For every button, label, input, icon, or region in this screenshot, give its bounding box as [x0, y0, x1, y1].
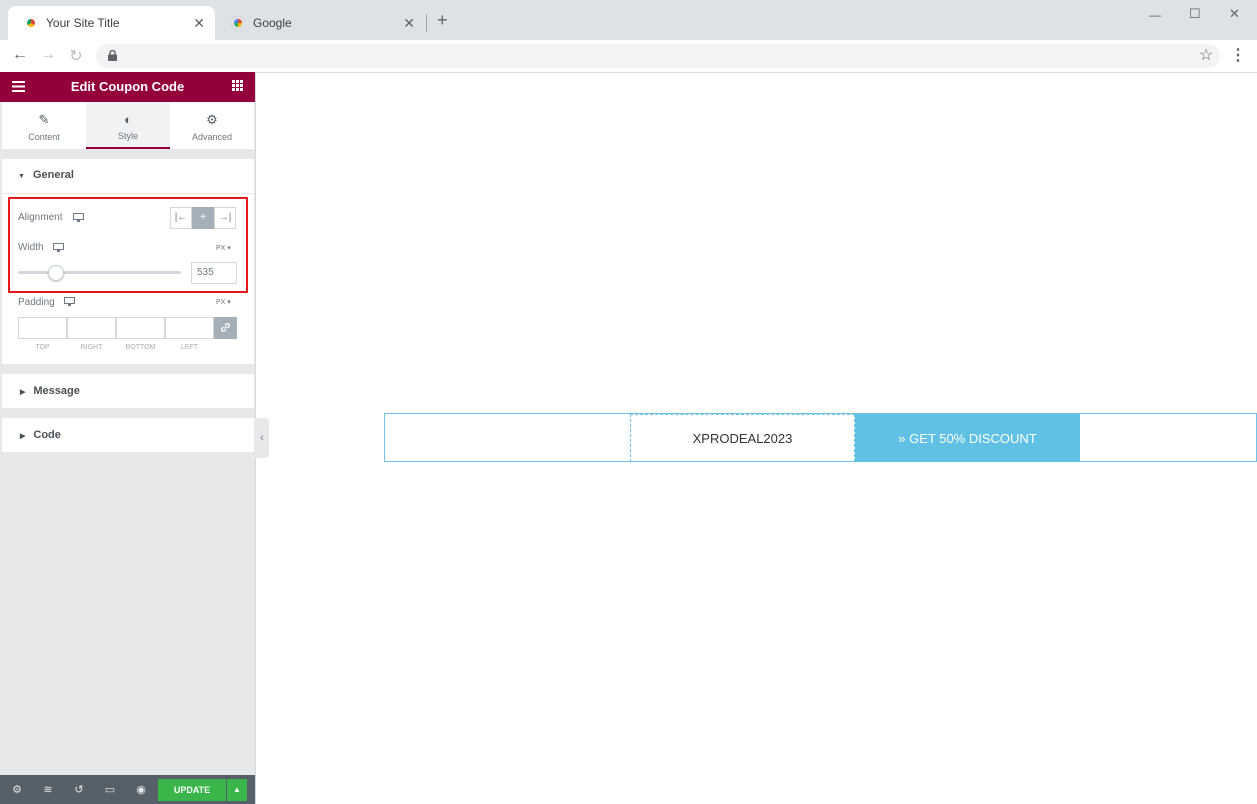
tab-title: Google [253, 16, 292, 30]
forward-icon[interactable]: → [38, 46, 58, 64]
back-icon[interactable]: ← [10, 46, 30, 64]
google-icon [231, 16, 245, 30]
minimize-button[interactable]: — [1149, 8, 1161, 22]
panel-header: Edit Coupon Code [0, 72, 255, 102]
padding-bottom-caption: BOTTOM [125, 344, 156, 351]
link-values-button[interactable] [214, 317, 237, 339]
tab-content[interactable]: ✎ Content [2, 102, 86, 149]
chrome-icon [24, 16, 38, 30]
maximize-button[interactable]: ☐ [1189, 6, 1201, 22]
tab-label: Content [28, 132, 60, 142]
tab-label: Style [117, 131, 138, 141]
preview-eye-icon[interactable]: ◉ [133, 783, 149, 796]
responsive-mode-icon[interactable]: ▭ [102, 783, 118, 796]
bookmark-star-icon[interactable]: ☆ [1196, 45, 1216, 65]
caret-down-icon: ▼ [18, 173, 25, 180]
padding-left-caption: LEFT [180, 344, 199, 351]
general-section-toggle[interactable]: ▼ General [18, 169, 74, 181]
panel-footer: ⚙ ≋ ↺ ▭ ◉ UPDATE ▲ [0, 775, 255, 804]
padding-label: Padding [18, 297, 55, 308]
caret-right-icon: ▶ [20, 433, 26, 440]
section-heading: General [32, 169, 74, 181]
padding-top-input[interactable] [18, 317, 67, 339]
tab-label: Advanced [191, 132, 233, 142]
tab-advanced[interactable]: ⚙ Advanced [170, 102, 254, 149]
close-tab-icon[interactable]: ✕ [193, 15, 205, 32]
tab-title: Your Site Title [46, 16, 120, 30]
browser-menu-icon[interactable]: ⋮ [1228, 45, 1248, 65]
divider [2, 193, 254, 194]
code-section-toggle[interactable]: ▶ Code [20, 429, 61, 441]
section-heading: Code [33, 429, 61, 441]
history-icon[interactable]: ↺ [71, 783, 87, 796]
tab-your-site-title[interactable]: Your Site Title ✕ [8, 6, 215, 40]
save-options-button[interactable]: ▲ [227, 779, 247, 801]
padding-right-caption: RIGHT [80, 344, 103, 351]
lock-icon [108, 50, 117, 61]
tab-divider [426, 14, 427, 32]
collapse-panel-button[interactable]: ‹ [255, 418, 269, 458]
padding-unit-select[interactable]: PX ▾ [216, 298, 231, 306]
link-icon [221, 323, 230, 332]
message-section-toggle[interactable]: ▶ Message [20, 385, 80, 397]
settings-icon[interactable]: ⚙ [9, 783, 25, 796]
update-button[interactable]: UPDATE [158, 779, 226, 801]
padding-left-input[interactable] [165, 317, 214, 339]
unit-label: PX [216, 299, 226, 306]
widgets-grid-icon[interactable] [232, 80, 243, 91]
navigator-layers-icon[interactable]: ≋ [40, 783, 56, 796]
coupon-code-box[interactable]: XPRODEAL2023 [630, 414, 855, 462]
padding-bottom-input[interactable] [116, 317, 165, 339]
desktop-responsive-icon[interactable] [64, 297, 75, 306]
close-tab-icon[interactable]: ✕ [403, 15, 415, 32]
padding-right-input[interactable] [67, 317, 116, 339]
gear-icon: ⚙ [206, 112, 218, 127]
panel-title: Edit Coupon Code [70, 79, 185, 94]
section-heading: Message [33, 385, 80, 397]
caret-up-icon: ▲ [233, 785, 241, 794]
address-bar: ← → ↻ ☆ ⋮ [0, 40, 1257, 73]
coupon-code-text: XPRODEAL2023 [692, 430, 793, 446]
padding-top-caption: TOP [35, 344, 50, 351]
pencil-icon: ✎ [38, 112, 50, 127]
tab-google[interactable]: Google ✕ [215, 6, 425, 40]
browser-tab-bar: Your Site Title ✕ Google ✕ + — ☐ ✕ [0, 0, 1257, 40]
reload-icon[interactable]: ↻ [66, 46, 86, 66]
highlight-box [8, 197, 248, 293]
new-tab-button[interactable]: + [437, 10, 448, 31]
discount-button-label: » GET 50% DISCOUNT [898, 430, 1037, 446]
contrast-icon: ◐ [124, 112, 132, 127]
caret-right-icon: ▶ [20, 389, 26, 396]
close-window-button[interactable]: ✕ [1229, 6, 1240, 22]
tab-style[interactable]: ◐ Style [86, 102, 170, 149]
url-field[interactable] [96, 44, 1220, 68]
get-discount-button[interactable]: » GET 50% DISCOUNT [855, 414, 1080, 462]
